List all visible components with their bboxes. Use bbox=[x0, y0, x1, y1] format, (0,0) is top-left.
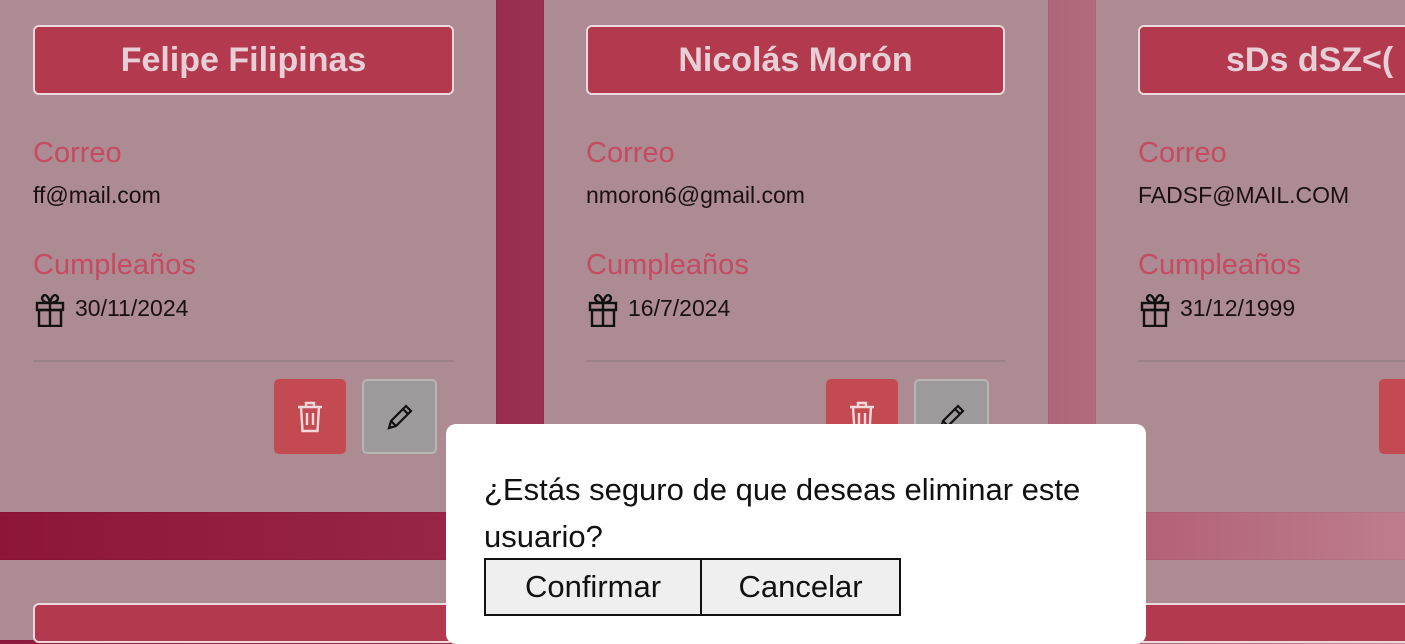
email-label: Correo bbox=[586, 137, 675, 169]
user-card: Felipe Filipinas Correo ff@mail.com Cump… bbox=[0, 0, 496, 512]
delete-button[interactable] bbox=[1379, 379, 1405, 454]
user-name: Nicolás Morón bbox=[586, 25, 1005, 95]
email-value: FADSF@MAIL.COM bbox=[1138, 182, 1350, 208]
delete-button[interactable] bbox=[274, 379, 346, 454]
birthday-value: 30/11/2024 bbox=[75, 295, 189, 321]
pencil-icon bbox=[386, 403, 413, 430]
user-name bbox=[33, 603, 454, 643]
user-name bbox=[1138, 603, 1405, 643]
cancel-button[interactable]: Cancelar bbox=[700, 558, 901, 616]
birthday-value: 31/12/1999 bbox=[1180, 295, 1296, 321]
email-value: nmoron6@gmail.com bbox=[586, 182, 805, 208]
birthday-label: Cumpleaños bbox=[33, 249, 196, 281]
confirm-delete-dialog: ¿Estás seguro de que deseas eliminar est… bbox=[446, 424, 1146, 644]
trash-icon bbox=[298, 401, 322, 432]
edit-button[interactable] bbox=[362, 379, 437, 454]
dialog-message: ¿Estás seguro de que deseas eliminar est… bbox=[484, 472, 1081, 554]
gift-icon bbox=[1140, 293, 1170, 327]
birthday-label: Cumpleaños bbox=[586, 249, 749, 281]
email-label: Correo bbox=[33, 137, 122, 169]
gift-icon bbox=[35, 293, 65, 327]
email-value: ff@mail.com bbox=[33, 182, 161, 208]
divider bbox=[586, 360, 1005, 362]
birthday-label: Cumpleaños bbox=[1138, 249, 1301, 281]
birthday-value: 16/7/2024 bbox=[628, 295, 731, 321]
divider bbox=[1138, 360, 1405, 362]
user-name: Felipe Filipinas bbox=[33, 25, 454, 95]
email-label: Correo bbox=[1138, 137, 1227, 169]
gift-icon bbox=[588, 293, 618, 327]
confirm-button[interactable]: Confirmar bbox=[484, 558, 702, 616]
divider bbox=[33, 360, 454, 362]
user-name: sDs dSZ<( bbox=[1138, 25, 1405, 95]
